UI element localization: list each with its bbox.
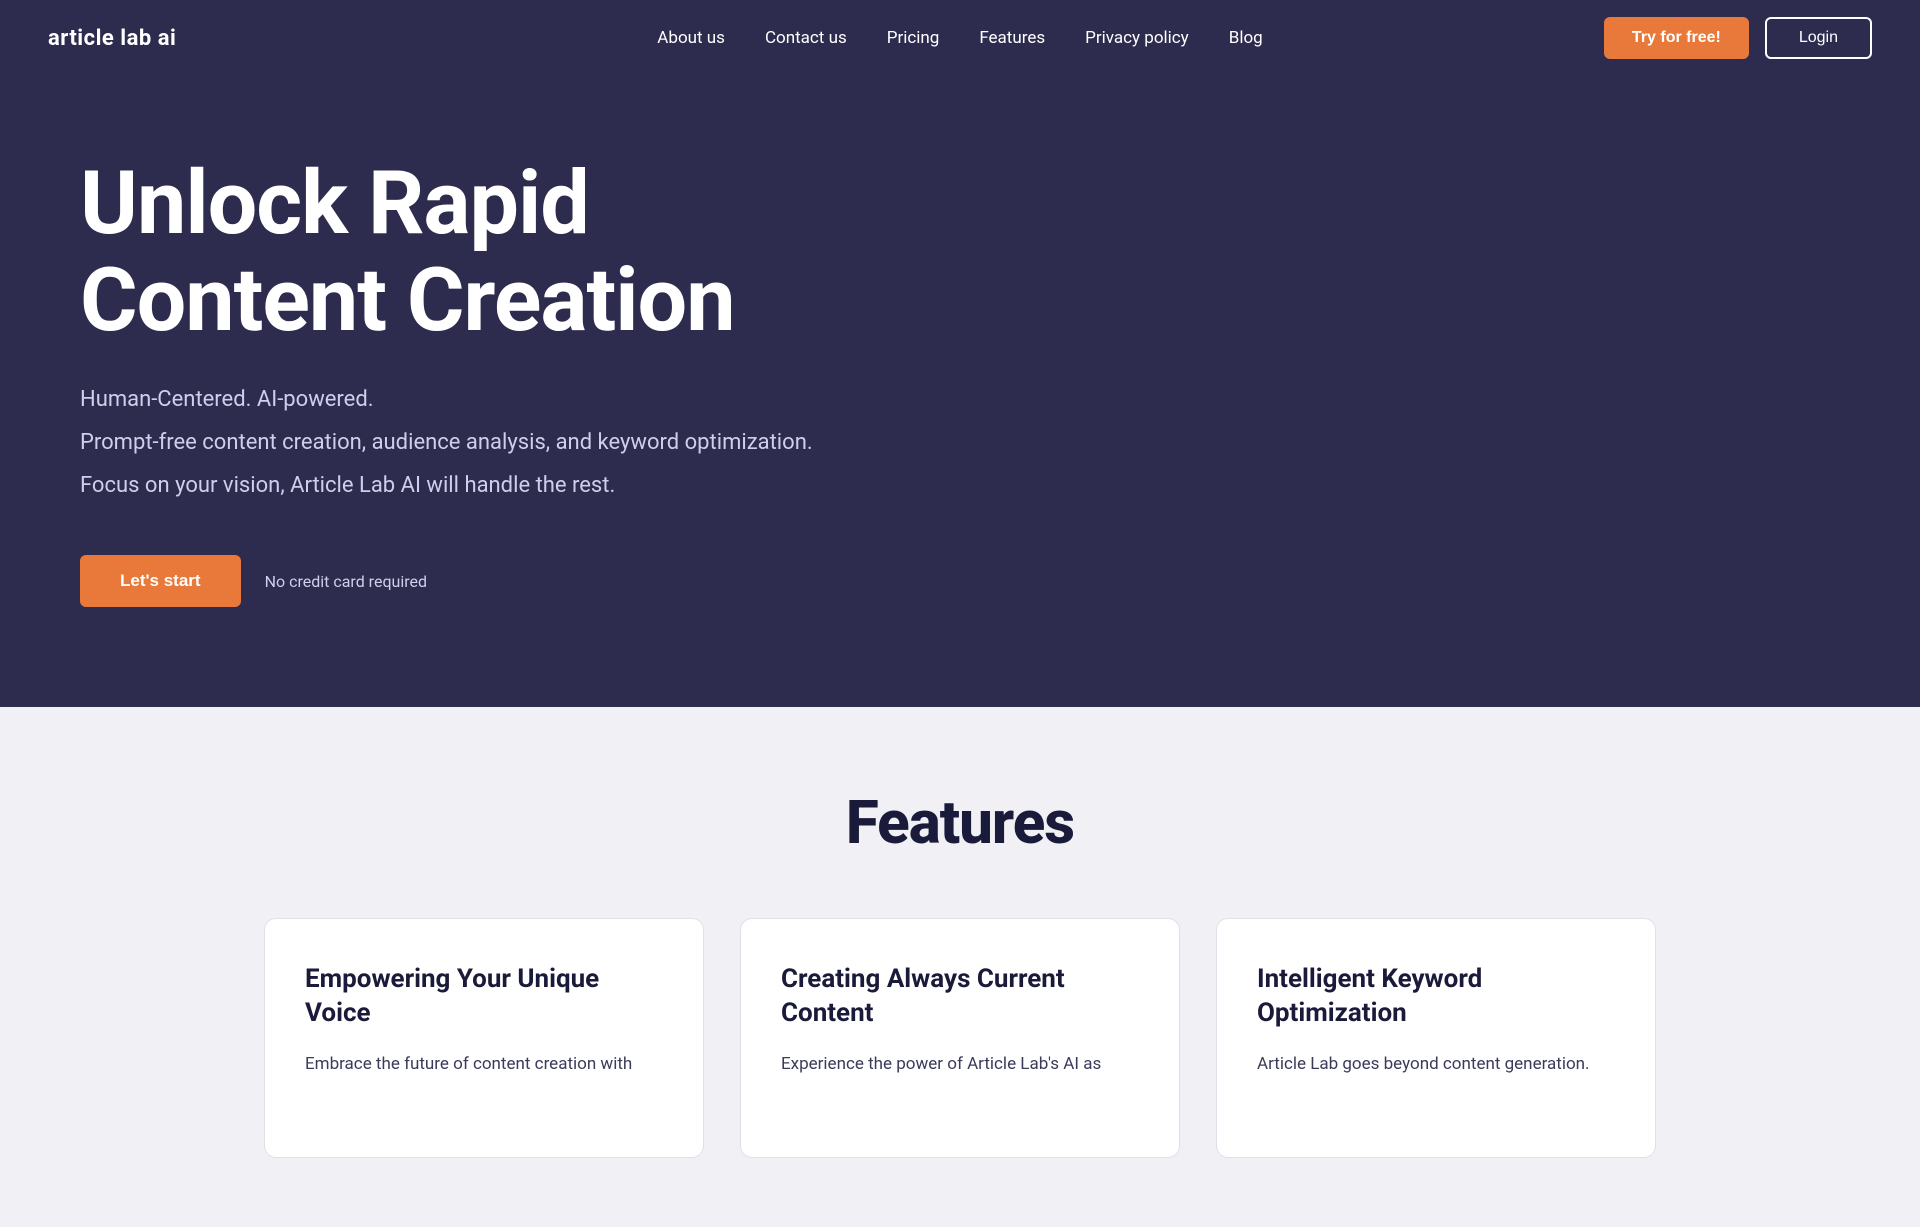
nav-link-about-us[interactable]: About us (657, 28, 725, 48)
navbar-actions: Try for free! Login (1604, 17, 1872, 59)
nav-links: About us Contact us Pricing Features Pri… (657, 28, 1262, 48)
nav-link-features[interactable]: Features (979, 28, 1045, 48)
hero-cta-row: Let's start No credit card required (80, 555, 1840, 607)
features-section-title: Features (120, 787, 1800, 858)
hero-section: Unlock Rapid Content Creation Human-Cent… (0, 76, 1920, 707)
hero-subtitle-line3: Focus on your vision, Article Lab AI wil… (80, 468, 980, 503)
hero-subtitle-line2: Prompt-free content creation, audience a… (80, 425, 980, 460)
feature-card-voice-desc: Embrace the future of content creation w… (305, 1051, 663, 1078)
try-for-free-button[interactable]: Try for free! (1604, 17, 1749, 59)
brand-logo[interactable]: article lab ai (48, 26, 176, 51)
no-credit-card-note: No credit card required (265, 572, 427, 591)
feature-card-current: Creating Always Current Content Experien… (740, 918, 1180, 1158)
navbar: article lab ai About us Contact us Prici… (0, 0, 1920, 76)
feature-card-keyword-desc: Article Lab goes beyond content generati… (1257, 1051, 1615, 1078)
nav-link-contact-us[interactable]: Contact us (765, 28, 847, 48)
feature-card-voice: Empowering Your Unique Voice Embrace the… (264, 918, 704, 1158)
hero-title: Unlock Rapid Content Creation (80, 156, 900, 350)
feature-card-current-desc: Experience the power of Article Lab's AI… (781, 1051, 1139, 1078)
features-grid: Empowering Your Unique Voice Embrace the… (120, 918, 1800, 1158)
feature-card-keyword: Intelligent Keyword Optimization Article… (1216, 918, 1656, 1158)
feature-card-keyword-title: Intelligent Keyword Optimization (1257, 963, 1615, 1031)
feature-card-current-title: Creating Always Current Content (781, 963, 1139, 1031)
feature-card-voice-title: Empowering Your Unique Voice (305, 963, 663, 1031)
nav-link-privacy[interactable]: Privacy policy (1085, 28, 1189, 48)
login-button[interactable]: Login (1765, 17, 1872, 59)
features-section: Features Empowering Your Unique Voice Em… (0, 707, 1920, 1227)
nav-link-blog[interactable]: Blog (1229, 28, 1263, 48)
hero-subtitle-line1: Human-Centered. AI-powered. (80, 382, 980, 417)
nav-link-pricing[interactable]: Pricing (887, 28, 940, 48)
lets-start-button[interactable]: Let's start (80, 555, 241, 607)
